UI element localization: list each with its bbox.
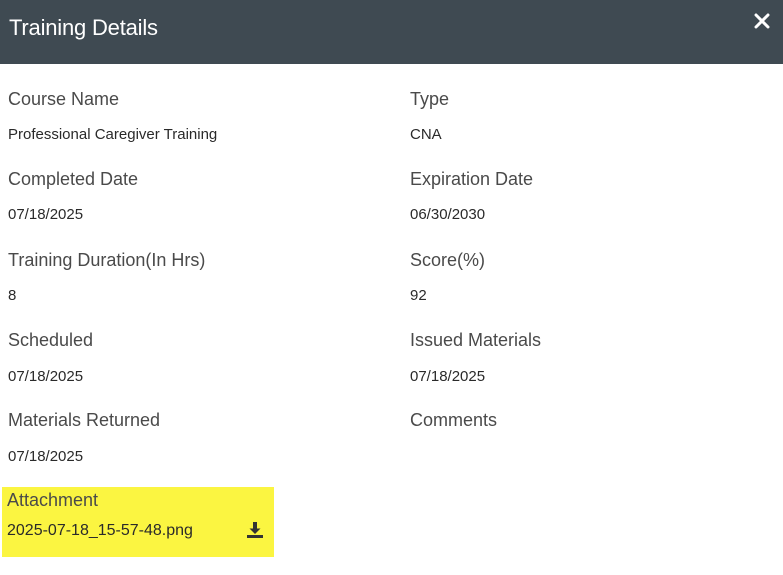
modal-header: Training Details (0, 0, 783, 64)
scheduled-label: Scheduled (8, 330, 94, 350)
course-name-label: Course Name (8, 89, 120, 109)
materials-returned-value: 07/18/2025 (8, 448, 84, 465)
type-label: Type (410, 89, 450, 109)
training-details-modal: Training Details Course Name Professiona… (0, 0, 783, 575)
attachment-label: Attachment (7, 490, 99, 510)
issued-materials-label: Issued Materials (410, 330, 542, 350)
course-name-value: Professional Caregiver Training (8, 126, 218, 143)
comments-label: Comments (410, 410, 498, 430)
training-duration-label: Training Duration(In Hrs) (8, 250, 206, 270)
type-value: CNA (410, 126, 442, 143)
completed-date-label: Completed Date (8, 169, 139, 189)
expiration-date-label: Expiration Date (410, 169, 534, 189)
materials-returned-label: Materials Returned (8, 410, 161, 430)
modal-title: Training Details (9, 15, 158, 40)
download-icon[interactable] (246, 521, 264, 539)
score-label: Score(%) (410, 250, 486, 270)
attachment-file-link[interactable]: 2025-07-18_15-57-48.png (7, 522, 193, 540)
scheduled-value: 07/18/2025 (8, 368, 84, 385)
issued-materials-value: 07/18/2025 (410, 368, 486, 385)
expiration-date-value: 06/30/2030 (410, 206, 486, 223)
score-value: 92 (410, 287, 427, 304)
close-icon[interactable] (751, 10, 773, 32)
training-duration-value: 8 (8, 287, 17, 304)
completed-date-value: 07/18/2025 (8, 206, 84, 223)
